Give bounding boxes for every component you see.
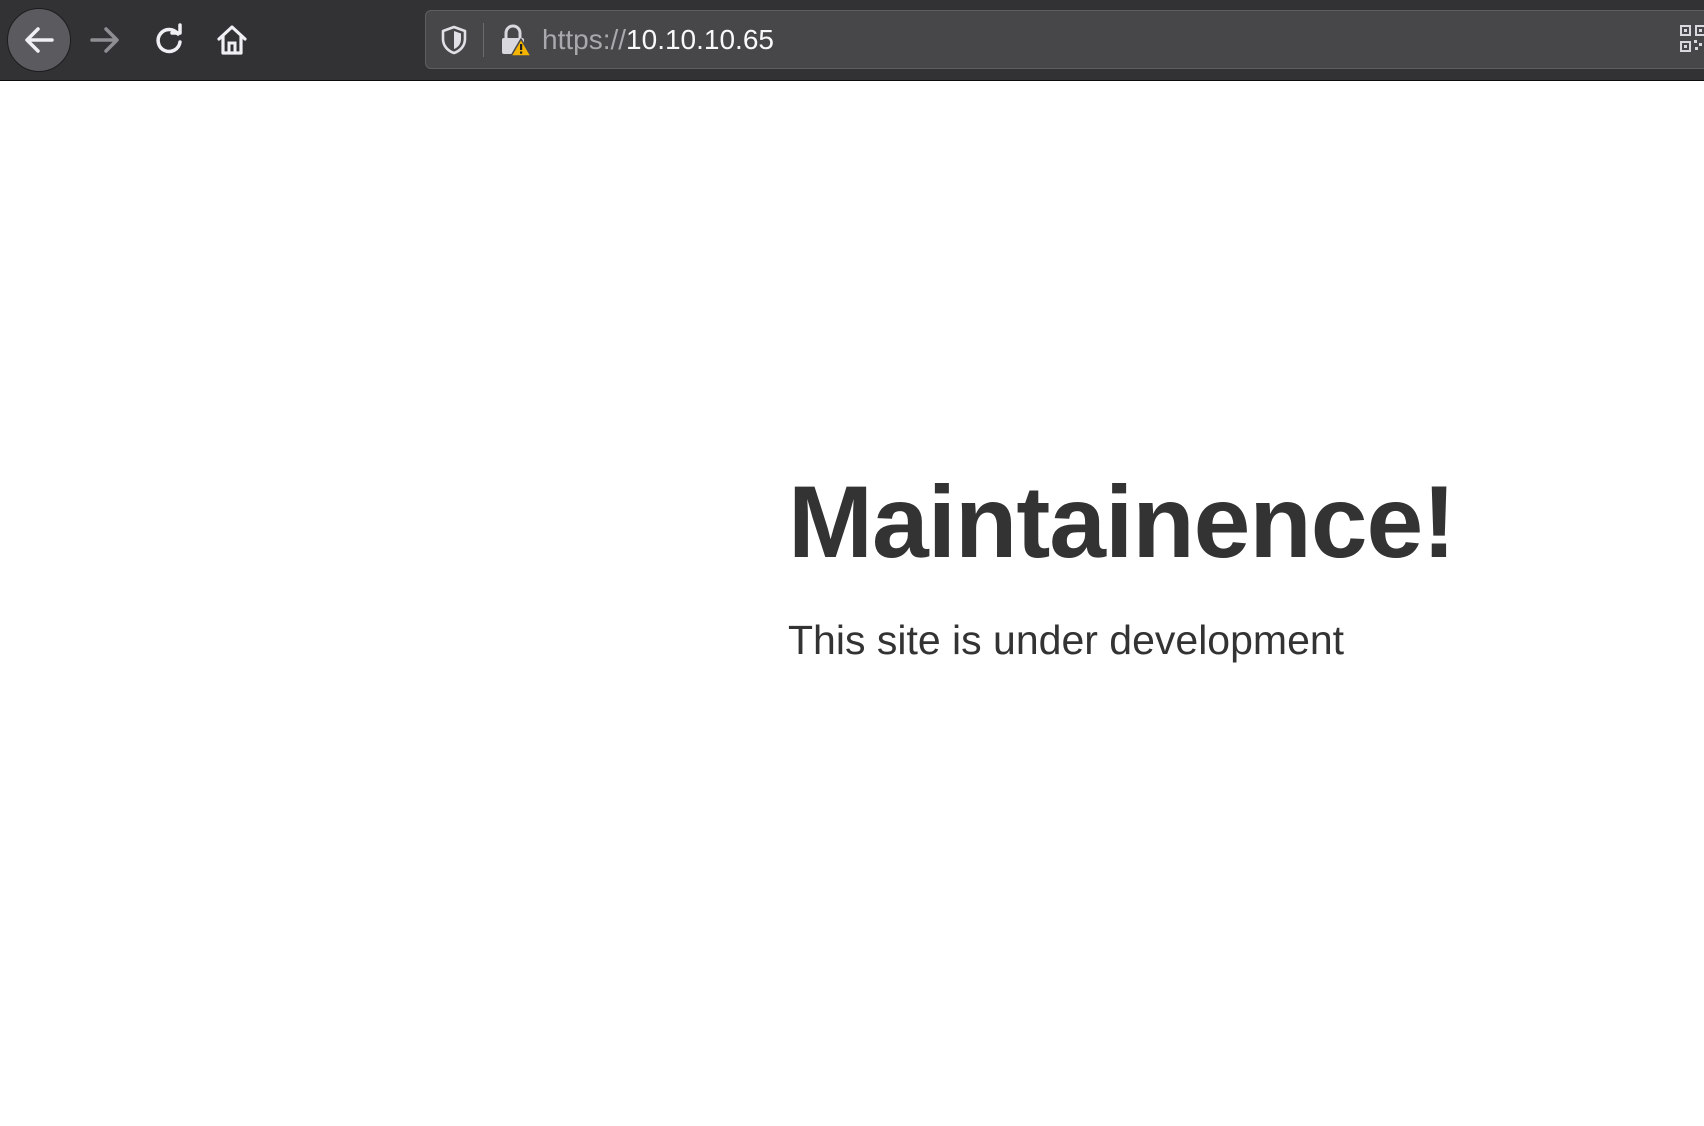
reload-button[interactable] xyxy=(137,8,201,72)
qr-code-icon[interactable] xyxy=(1680,24,1704,54)
browser-toolbar: https://10.10.10.65 xyxy=(0,0,1704,81)
url-text[interactable]: https://10.10.10.65 xyxy=(542,23,774,57)
back-button[interactable] xyxy=(7,8,71,72)
arrow-left-icon xyxy=(25,27,54,53)
url-host: 10.10.10.65 xyxy=(626,24,774,55)
insecure-lock-warning-icon[interactable] xyxy=(498,23,532,57)
forward-button[interactable] xyxy=(73,8,137,72)
page-content: Maintainence! This site is under develop… xyxy=(788,460,1456,665)
arrow-right-icon xyxy=(90,27,119,53)
reload-icon xyxy=(156,23,182,54)
page-subtitle: This site is under development xyxy=(788,617,1345,663)
home-icon xyxy=(217,25,247,55)
url-scheme: https:// xyxy=(542,24,627,55)
shield-icon[interactable] xyxy=(440,25,468,55)
url-bar[interactable]: https://10.10.10.65 xyxy=(425,10,1704,69)
page-title: Maintainence! xyxy=(788,465,1456,579)
home-button[interactable] xyxy=(200,8,264,72)
url-separator xyxy=(483,23,484,57)
